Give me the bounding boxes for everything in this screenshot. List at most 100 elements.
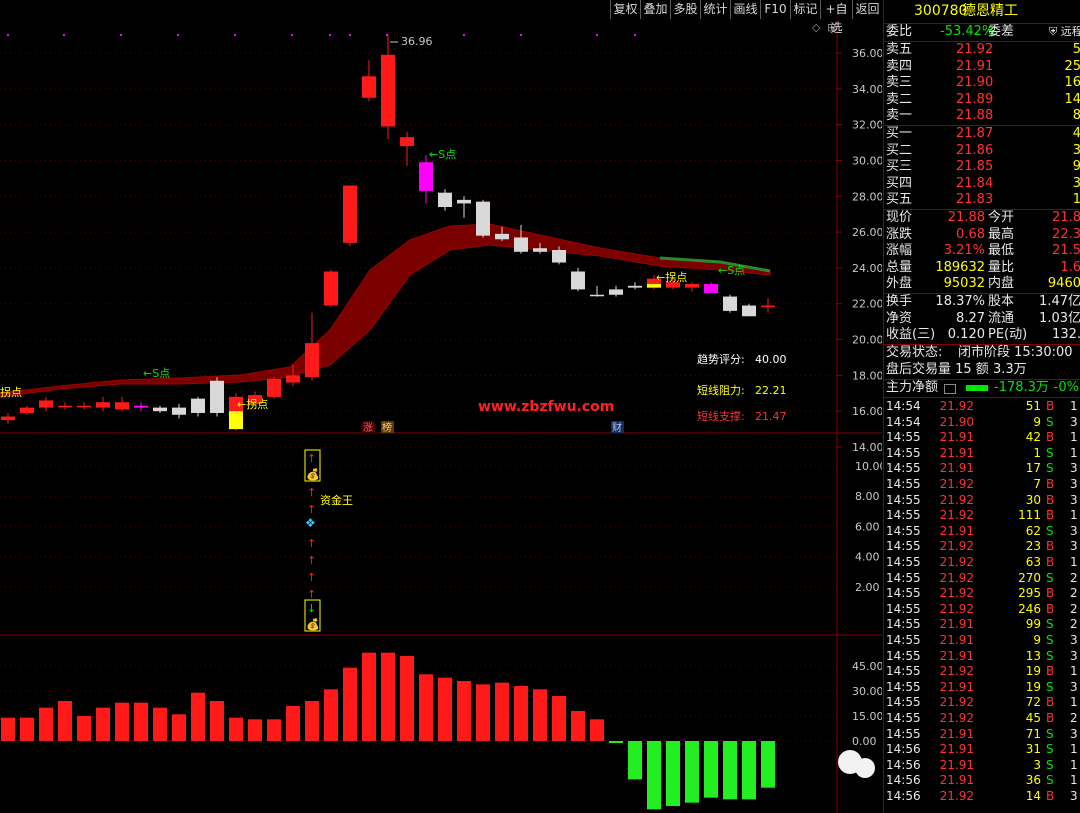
- tick-count: 1: [1070, 399, 1078, 413]
- quote-label: 最低: [988, 243, 1015, 259]
- tick-volume: 7: [1033, 477, 1041, 491]
- ask-volume: 16: [1064, 75, 1080, 91]
- volume-bar: [571, 711, 585, 741]
- candle-body: [1, 416, 15, 421]
- tick-time: 14:55: [886, 726, 921, 741]
- tick-row: 14:55 21.91 42 B 1: [884, 430, 1080, 446]
- tick-count: 1: [1070, 664, 1078, 679]
- tick-volume: 71: [1025, 726, 1041, 741]
- down-arrow-icon: ↓: [307, 602, 316, 615]
- tick-row: 14:56 21.91 36 S 1: [884, 773, 1080, 789]
- toolbar-button-4[interactable]: 画线: [730, 0, 760, 19]
- tick-time: 14:55: [886, 679, 921, 694]
- tick-count: 1: [1070, 430, 1078, 445]
- price-tick-label: 32.00: [852, 119, 882, 132]
- stats-label: 收益(三): [886, 327, 936, 343]
- volume-bar: [248, 719, 262, 741]
- quote-value: 0.68: [956, 226, 985, 242]
- quote-value: 1.6: [1060, 259, 1080, 275]
- volume-bar: [172, 714, 186, 741]
- candle-body: [495, 233, 509, 240]
- volume-bar: [419, 674, 433, 741]
- tick-row: 14:55 21.92 19 B 1: [884, 664, 1080, 680]
- toolbar-button-1[interactable]: 叠加: [640, 0, 670, 19]
- support-value: 21.47: [755, 410, 787, 423]
- candle-highlight: [647, 284, 661, 288]
- tick-row: 14:56 21.92 14 B 3: [884, 789, 1080, 805]
- tick-time: 14:55: [886, 664, 921, 679]
- indicator-tick-label: 2.00: [855, 581, 880, 594]
- toolbar-button-5[interactable]: F10: [760, 0, 790, 19]
- stats-value: 1.03亿: [1039, 310, 1080, 326]
- tick-price: 21.91: [939, 633, 974, 647]
- quote-label: 量比: [988, 259, 1015, 275]
- tick-price: 21.91: [939, 773, 974, 788]
- tick-side: B: [1046, 555, 1055, 569]
- candle-body: [685, 284, 699, 288]
- candle-body: [96, 402, 110, 408]
- tick-side: S: [1046, 679, 1054, 694]
- quote-label: 最高: [988, 226, 1015, 242]
- volume-bar: [514, 686, 528, 741]
- ask-price: 21.89: [956, 91, 994, 107]
- tick-row: 14:55 21.91 17 S 3: [884, 461, 1080, 477]
- tick-row: 14:55 21.92 45 B 2: [884, 711, 1080, 727]
- volume-bar: [191, 692, 205, 741]
- volume-bar: [647, 741, 661, 810]
- price-tick-label: 18.00: [852, 369, 882, 382]
- candle-highlight: [229, 411, 243, 430]
- ask-row: 卖五 21.92 5: [884, 42, 1080, 59]
- tick-side: B: [1046, 711, 1055, 725]
- tick-row: 14:55 21.92 7 B 3: [884, 477, 1080, 493]
- toolbar-button-2[interactable]: 多股: [670, 0, 700, 19]
- tick-time: 14:55: [886, 539, 921, 554]
- main-flow-label: 主力净额: [886, 380, 939, 395]
- tick-row: 14:55 21.91 99 S 2: [884, 617, 1080, 633]
- tick-count: 3: [1070, 414, 1078, 429]
- toolbar-button-6[interactable]: 标记: [790, 0, 820, 19]
- stats-label: 股本: [988, 294, 1015, 309]
- volume-bar: [210, 701, 224, 741]
- tick-time: 14:56: [886, 757, 921, 772]
- tick-price: 21.91: [939, 648, 974, 663]
- ask-volume: 5: [1073, 42, 1080, 59]
- bid-price: 21.83: [956, 192, 994, 208]
- turn-point-label: 拐点: [0, 385, 22, 399]
- up-arrow-icon: ↑: [307, 571, 316, 584]
- volume-bar: [704, 741, 718, 798]
- kline-chart-area[interactable]: 36.96←S点←S点←S点拐点←拐点←拐点趋势评分: 40.00短线阻力: 22.…: [0, 0, 882, 813]
- grid-icon[interactable]: [944, 384, 956, 394]
- candle-body: [457, 199, 471, 204]
- volume-bar: [590, 719, 604, 741]
- volume-bar: [552, 696, 566, 741]
- toolbar-button-0[interactable]: 复权: [610, 0, 640, 19]
- tick-volume: 9: [1033, 414, 1041, 429]
- stats-value: 18.37%: [935, 294, 985, 309]
- indicator-tick-label: 6.00: [855, 520, 880, 533]
- stats-value: 8.27: [956, 310, 985, 326]
- stock-code: 300780: [914, 3, 968, 19]
- toolbar-button-8[interactable]: 返回: [852, 0, 882, 19]
- ask-volume: 14: [1064, 91, 1080, 107]
- toolbar-button-7[interactable]: +自选: [820, 0, 852, 35]
- volume-bar: [761, 741, 775, 788]
- toolbar-button-3[interactable]: 统计: [700, 0, 730, 19]
- tick-volume: 72: [1025, 695, 1041, 710]
- volume-bar: [20, 717, 34, 741]
- volume-bar: [267, 719, 281, 741]
- diamond-icon: ◇: [812, 21, 821, 34]
- panel-separator: [884, 397, 1080, 398]
- quote-value: 3.21%: [943, 243, 985, 259]
- volume-bar: [58, 701, 72, 741]
- candle-body: [77, 405, 91, 408]
- quote-value: 22.3: [1052, 226, 1080, 242]
- money-bag-icon: 💰: [306, 618, 320, 631]
- tick-count: 2: [1070, 711, 1078, 725]
- tick-volume: 62: [1025, 523, 1041, 538]
- tick-volume: 13: [1025, 648, 1041, 663]
- tick-price: 21.91: [939, 617, 974, 632]
- marker-dot: [234, 34, 236, 36]
- price-tick-label: 30.00: [852, 154, 882, 167]
- order-ratio-row: 委比 -53.42% 委差 ⛨ 远程: [884, 24, 1080, 41]
- tick-volume: 17: [1025, 461, 1041, 476]
